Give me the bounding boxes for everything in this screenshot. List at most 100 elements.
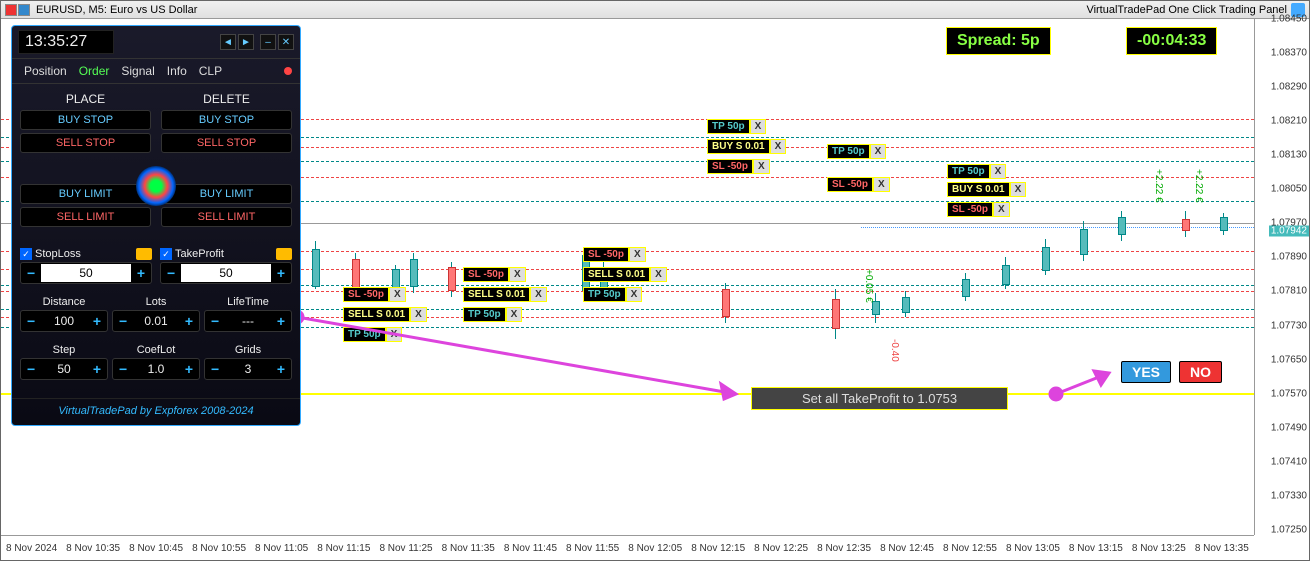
tag-sl-2: SL -50pX xyxy=(827,177,890,192)
trade-panel: 13:35:27 ◄ ► – ✕ Position Order Signal I… xyxy=(11,25,301,426)
panel-footer: VirtualTradePad by Expforex 2008-2024 xyxy=(12,398,300,425)
price-axis: 1.08450 1.08370 1.08290 1.08210 1.08130 … xyxy=(1254,19,1309,535)
lots-value[interactable]: 0.01 xyxy=(133,312,179,330)
tag-buys-1: BUY S 0.01X xyxy=(707,139,786,154)
tag-close[interactable]: X xyxy=(626,287,643,302)
tag-buys-3: BUY S 0.01X xyxy=(947,182,1026,197)
place-selllimit-button[interactable]: SELL LIMIT xyxy=(20,207,151,227)
tag-close[interactable]: X xyxy=(530,287,547,302)
tag-close[interactable]: X xyxy=(753,159,770,174)
sl-increment-button[interactable]: + xyxy=(131,263,151,283)
tab-clp[interactable]: CLP xyxy=(195,63,226,79)
tag-close[interactable]: X xyxy=(750,119,767,134)
tag-close[interactable]: X xyxy=(629,247,646,262)
tp-decrement-button[interactable]: − xyxy=(161,263,181,283)
tag-tp-2: TP 50pX xyxy=(827,144,886,159)
place-header: PLACE xyxy=(20,92,151,106)
sl-value[interactable]: 50 xyxy=(41,264,131,282)
tab-position[interactable]: Position xyxy=(20,63,71,79)
tag-sl-s3: SL -50pX xyxy=(343,287,406,302)
confirm-no-button[interactable]: NO xyxy=(1179,361,1222,383)
confirm-yes-button[interactable]: YES xyxy=(1121,361,1171,383)
tag-sl-s2: SL -50pX xyxy=(463,267,526,282)
profit-annot-1: +2.22 € xyxy=(1153,169,1164,203)
tag-tp-1: TP 50pX xyxy=(707,119,766,134)
lifetime-value[interactable]: --- xyxy=(225,312,271,330)
tag-close[interactable]: X xyxy=(1010,182,1027,197)
stoploss-checkbox[interactable]: ✓ xyxy=(20,248,32,260)
close-button[interactable]: ✕ xyxy=(278,34,294,50)
spread-indicator: Spread: 5p xyxy=(946,27,1051,55)
lifetime-inc[interactable]: + xyxy=(271,311,291,331)
tp-increment-button[interactable]: + xyxy=(271,263,291,283)
tag-close[interactable]: X xyxy=(770,139,787,154)
titlebar-icon-2 xyxy=(18,4,30,16)
minimize-button[interactable]: – xyxy=(260,34,276,50)
stoploss-wave-icon[interactable] xyxy=(136,248,152,260)
tag-close[interactable]: X xyxy=(386,327,403,342)
grids-dec[interactable]: − xyxy=(205,359,225,379)
distance-dec[interactable]: − xyxy=(21,311,41,331)
step-inc[interactable]: + xyxy=(87,359,107,379)
lots-inc[interactable]: + xyxy=(179,311,199,331)
coeflot-value[interactable]: 1.0 xyxy=(133,360,179,378)
coeflot-label: CoefLot xyxy=(112,344,200,356)
stoploss-label: StopLoss xyxy=(35,248,81,260)
tag-tp-s2: TP 50pX xyxy=(463,307,522,322)
place-buystop-button[interactable]: BUY STOP xyxy=(20,110,151,130)
target-icon[interactable] xyxy=(136,166,176,206)
tag-close[interactable]: X xyxy=(993,202,1010,217)
tag-close[interactable]: X xyxy=(389,287,406,302)
delete-buylimit-button[interactable]: BUY LIMIT xyxy=(161,184,292,204)
countdown-timer: -00:04:33 xyxy=(1126,27,1217,55)
step-dec[interactable]: − xyxy=(21,359,41,379)
place-sellstop-button[interactable]: SELL STOP xyxy=(20,133,151,153)
lots-label: Lots xyxy=(112,296,200,308)
grids-label: Grids xyxy=(204,344,292,356)
loss-annot: -0.40 xyxy=(889,339,900,362)
sl-decrement-button[interactable]: − xyxy=(21,263,41,283)
panel-next-icon[interactable]: ► xyxy=(238,34,254,50)
takeprofit-checkbox[interactable]: ✓ xyxy=(160,248,172,260)
trend-line xyxy=(861,227,1254,228)
takeprofit-label: TakeProfit xyxy=(175,248,224,260)
distance-label: Distance xyxy=(20,296,108,308)
tag-close[interactable]: X xyxy=(506,307,523,322)
tp-value[interactable]: 50 xyxy=(181,264,271,282)
step-label: Step xyxy=(20,344,108,356)
tab-order[interactable]: Order xyxy=(75,63,114,79)
tab-info[interactable]: Info xyxy=(163,63,191,79)
panel-clock: 13:35:27 xyxy=(18,30,114,54)
tag-sl-1: SL -50pX xyxy=(707,159,770,174)
record-dot-icon xyxy=(284,67,292,75)
chart-titlebar: EURUSD, M5: Euro vs US Dollar VirtualTra… xyxy=(1,1,1309,19)
step-value[interactable]: 50 xyxy=(41,360,87,378)
profit-annot-2: +2.22 € xyxy=(1193,169,1204,203)
time-axis: 8 Nov 2024 8 Nov 10:35 8 Nov 10:45 8 Nov… xyxy=(1,535,1254,560)
delete-sellstop-button[interactable]: SELL STOP xyxy=(161,133,292,153)
distance-value[interactable]: 100 xyxy=(41,312,87,330)
tab-signal[interactable]: Signal xyxy=(117,63,158,79)
tag-close[interactable]: X xyxy=(650,267,667,282)
coeflot-inc[interactable]: + xyxy=(179,359,199,379)
delete-buystop-button[interactable]: BUY STOP xyxy=(161,110,292,130)
grids-value[interactable]: 3 xyxy=(225,360,271,378)
panel-prev-icon[interactable]: ◄ xyxy=(220,34,236,50)
tag-sells-s3: SELL S 0.01X xyxy=(343,307,427,322)
tag-close[interactable]: X xyxy=(873,177,890,192)
takeprofit-wave-icon[interactable] xyxy=(276,248,292,260)
tag-tp-s3: TP 50pX xyxy=(343,327,402,342)
tag-close[interactable]: X xyxy=(870,144,887,159)
tag-close[interactable]: X xyxy=(509,267,526,282)
place-buylimit-button[interactable]: BUY LIMIT xyxy=(20,184,151,204)
lots-dec[interactable]: − xyxy=(113,311,133,331)
coeflot-dec[interactable]: − xyxy=(113,359,133,379)
lifetime-dec[interactable]: − xyxy=(205,311,225,331)
distance-inc[interactable]: + xyxy=(87,311,107,331)
chart-title: EURUSD, M5: Euro vs US Dollar xyxy=(36,4,197,16)
delete-selllimit-button[interactable]: SELL LIMIT xyxy=(161,207,292,227)
confirm-message: Set all TakeProfit to 1.0753 xyxy=(751,387,1008,410)
tag-close[interactable]: X xyxy=(990,164,1007,179)
grids-inc[interactable]: + xyxy=(271,359,291,379)
tag-close[interactable]: X xyxy=(410,307,427,322)
